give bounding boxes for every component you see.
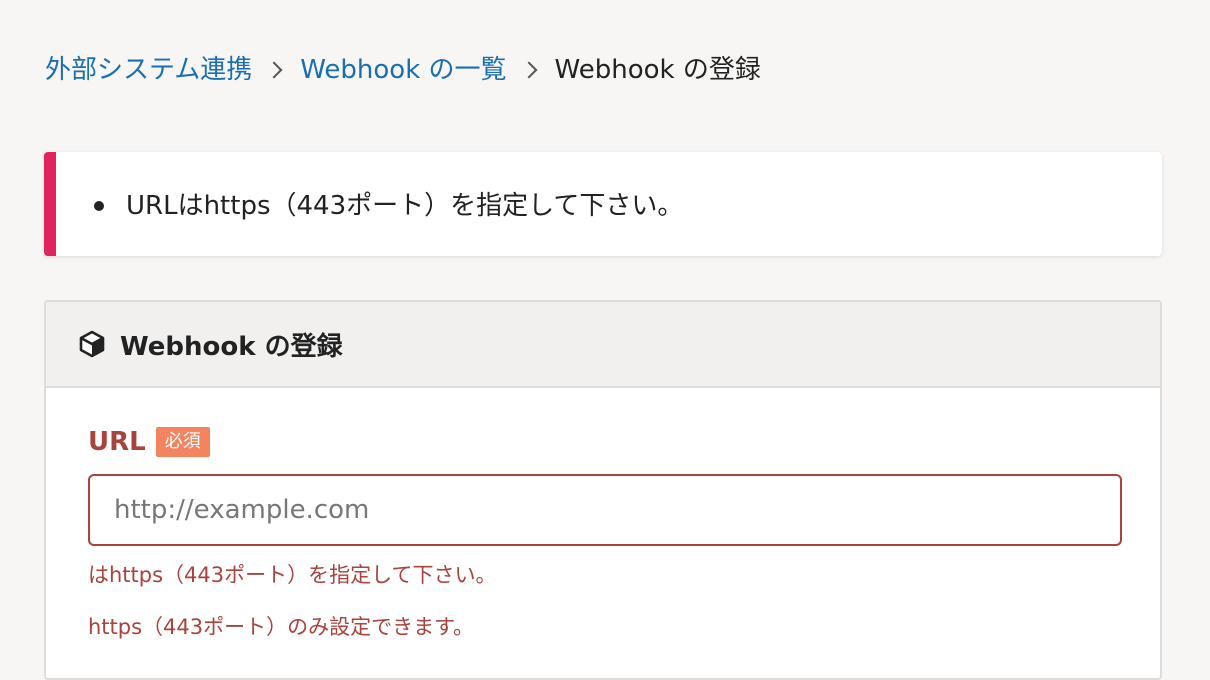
alert-message-text: URLはhttps（443ポート）を指定して下さい。	[126, 191, 684, 221]
error-alert: URLはhttps（443ポート）を指定して下さい。	[44, 152, 1162, 256]
breadcrumb-item-current: Webhook の登録	[554, 55, 761, 85]
breadcrumb-item-external-systems[interactable]: 外部システム連携	[45, 52, 252, 88]
chevron-right-icon	[520, 61, 538, 79]
bullet-icon	[94, 201, 104, 211]
url-label: URL	[88, 427, 146, 457]
panel-title: Webhook の登録	[120, 331, 343, 362]
url-error-message: はhttps（443ポート）を指定して下さい。	[88, 563, 497, 587]
required-badge: 必須	[155, 427, 210, 457]
url-input[interactable]	[88, 474, 1122, 546]
url-error-message: https（443ポート）のみ設定できます。	[88, 615, 475, 639]
alert-message-list: URLはhttps（443ポート）を指定して下さい。	[56, 152, 1162, 224]
url-field: URL 必須 はhttps（443ポート）を指定して下さい。 https（443…	[88, 426, 1122, 642]
url-label-row: URL 必須	[88, 426, 1122, 458]
alert-message: URLはhttps（443ポート）を指定して下さい。	[94, 188, 1162, 224]
chevron-right-icon	[265, 61, 283, 79]
breadcrumb: 外部システム連携 Webhook の一覧 Webhook の登録	[45, 52, 761, 88]
panel-header: Webhook の登録	[46, 302, 1160, 388]
webhook-form-panel: Webhook の登録 URL 必須 はhttps（443ポート）を指定して下さ…	[44, 300, 1162, 680]
cube-icon	[79, 330, 105, 358]
breadcrumb-item-webhook-list[interactable]: Webhook の一覧	[300, 52, 506, 88]
